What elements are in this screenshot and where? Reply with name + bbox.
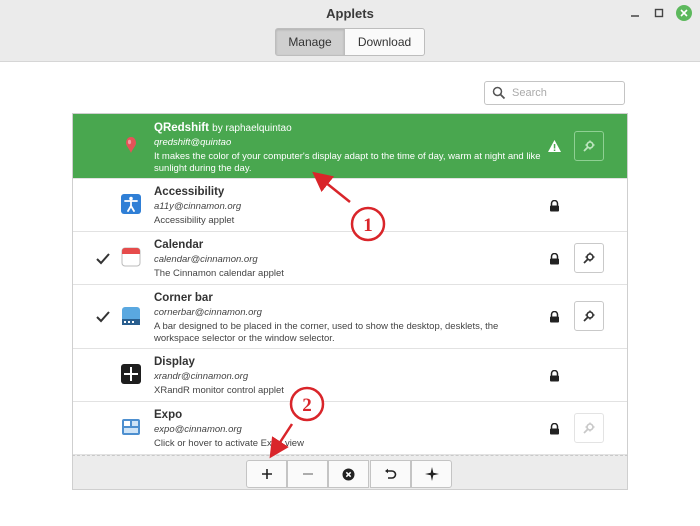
applet-description: The Cinnamon calendar applet	[154, 268, 284, 279]
applet-row-expo[interactable]: Expo expo@cinnamon.org Click or hover to…	[73, 402, 627, 455]
applet-name: Expo	[154, 409, 183, 421]
applet-row-calendar[interactable]: Calendar calendar@cinnamon.org The Cinna…	[73, 232, 627, 285]
lock-icon	[550, 423, 559, 435]
applet-description: Accessibility applet	[154, 215, 235, 226]
applet-name: Accessibility	[154, 186, 225, 198]
close-button[interactable]	[676, 5, 692, 21]
applet-author: by raphaelquintao	[212, 123, 292, 134]
applet-uuid: expo@cinnamon.org	[154, 424, 242, 435]
minimize-button[interactable]	[627, 5, 643, 21]
applet-row-corner-bar[interactable]: Corner bar cornerbar@cinnamon.org A bar …	[73, 285, 627, 349]
sparkle-icon	[424, 467, 439, 481]
title-bar: Applets Manage Download	[0, 0, 700, 62]
applet-uuid: xrandr@cinnamon.org	[154, 371, 249, 382]
gear-icon	[583, 422, 595, 434]
applet-description: XRandR monitor control applet	[154, 385, 284, 396]
remove-applet-button[interactable]	[287, 460, 328, 488]
tab-manage[interactable]: Manage	[275, 28, 345, 56]
clear-applets-button[interactable]	[328, 460, 369, 488]
applet-name: Display	[154, 356, 195, 368]
expo-icon	[122, 419, 140, 435]
check-icon	[96, 311, 110, 323]
lock-icon	[550, 200, 559, 212]
window-title: Applets	[326, 6, 374, 21]
applet-list[interactable]: QRedshift by raphaelquintao qredshift@qu…	[72, 113, 628, 456]
applet-description: A bar designed to be placed in the corne…	[154, 321, 499, 344]
warning-icon	[548, 140, 561, 152]
configure-button[interactable]	[574, 243, 604, 273]
applet-description: It makes the color of your computer's di…	[154, 151, 541, 174]
tab-download[interactable]: Download	[344, 28, 425, 56]
applet-row-display[interactable]: Display xrandr@cinnamon.org XRandR monit…	[73, 349, 627, 402]
configure-button[interactable]	[574, 131, 604, 161]
display-icon	[121, 364, 141, 384]
search-input[interactable]	[512, 87, 622, 99]
maximize-button[interactable]	[651, 5, 667, 21]
gear-icon	[583, 140, 595, 152]
undo-icon	[385, 468, 397, 479]
maximize-icon	[654, 8, 664, 18]
applet-toolbar	[72, 455, 628, 490]
applet-description: Click or hover to activate Expo view	[154, 438, 304, 449]
lock-icon	[550, 370, 559, 382]
configure-button[interactable]	[574, 413, 604, 443]
applet-name: Calendar	[154, 239, 204, 251]
more-applets-button[interactable]	[411, 460, 452, 488]
applet-name: QRedshift	[154, 122, 209, 134]
gear-icon	[583, 310, 595, 322]
calendar-icon	[121, 247, 141, 267]
qredshift-icon	[126, 137, 136, 153]
applet-row-accessibility[interactable]: Accessibility a11y@cinnamon.org Accessib…	[73, 179, 627, 232]
close-icon	[680, 9, 688, 17]
corner-bar-icon	[122, 307, 140, 325]
add-applet-button[interactable]	[246, 460, 287, 488]
lock-icon	[550, 311, 559, 323]
applet-row-qredshift[interactable]: QRedshift by raphaelquintao qredshift@qu…	[73, 114, 627, 179]
minimize-icon	[631, 15, 639, 17]
applet-uuid: calendar@cinnamon.org	[154, 254, 258, 265]
applet-name: Corner bar	[154, 292, 213, 304]
undo-button[interactable]	[370, 460, 411, 488]
search-box[interactable]	[484, 81, 625, 105]
applet-uuid: cornerbar@cinnamon.org	[154, 307, 262, 318]
applet-uuid: qredshift@quintao	[154, 137, 232, 148]
lock-icon	[550, 253, 559, 265]
gear-icon	[583, 252, 595, 264]
remove-icon	[302, 473, 313, 475]
add-icon	[261, 469, 272, 479]
check-icon	[96, 253, 110, 265]
search-icon	[492, 86, 506, 100]
applet-uuid: a11y@cinnamon.org	[154, 201, 242, 212]
configure-button[interactable]	[574, 301, 604, 331]
accessibility-icon	[121, 194, 141, 214]
clear-icon	[342, 468, 355, 480]
